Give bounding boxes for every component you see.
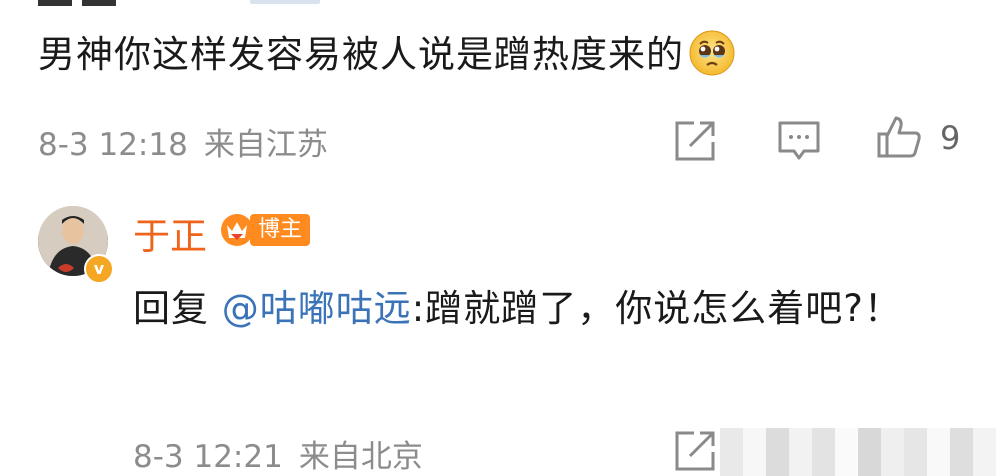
clipped-header-text [38, 0, 168, 6]
reply-meta: 8-3 12:21 来自北京 [133, 431, 423, 476]
like-icon[interactable] [876, 114, 922, 160]
reply-share-icon[interactable] [672, 428, 718, 474]
username[interactable]: 于正 [133, 206, 207, 260]
comment-location: 来自江苏 [203, 127, 328, 163]
share-icon[interactable] [672, 118, 718, 164]
reply-body: 回复 @咕嘟咕远:蹭就蹭了，你说怎么着吧?！ [133, 278, 953, 340]
crown-badge-icon [221, 214, 253, 246]
blogger-badge: 博主 [220, 210, 311, 250]
comment-date: 8-3 12:18 [38, 127, 188, 163]
reply-date: 8-3 12:21 [133, 439, 283, 475]
comment-icon[interactable] [776, 118, 822, 164]
mention-link[interactable]: @咕嘟咕远 [222, 287, 412, 330]
clipped-header-badge [250, 0, 320, 4]
like-count: 9 [940, 119, 961, 157]
comment-meta: 8-3 12:18 来自江苏 [38, 119, 328, 164]
comment-text: 男神你这样发容易被人说是蹭热度来的 [38, 33, 684, 76]
pixelated-actions-overlay [720, 428, 996, 476]
badge-label: 博主 [250, 214, 311, 246]
reply-location: 来自北京 [298, 439, 423, 475]
reply-prefix: 回复 [133, 287, 209, 330]
comment-body: 男神你这样发容易被人说是蹭热度来的 [38, 30, 736, 81]
verified-v-icon: v [84, 254, 114, 284]
crying-face-emoji-icon [689, 30, 735, 75]
reply-text: :蹭就蹭了，你说怎么着吧?！ [411, 287, 902, 330]
